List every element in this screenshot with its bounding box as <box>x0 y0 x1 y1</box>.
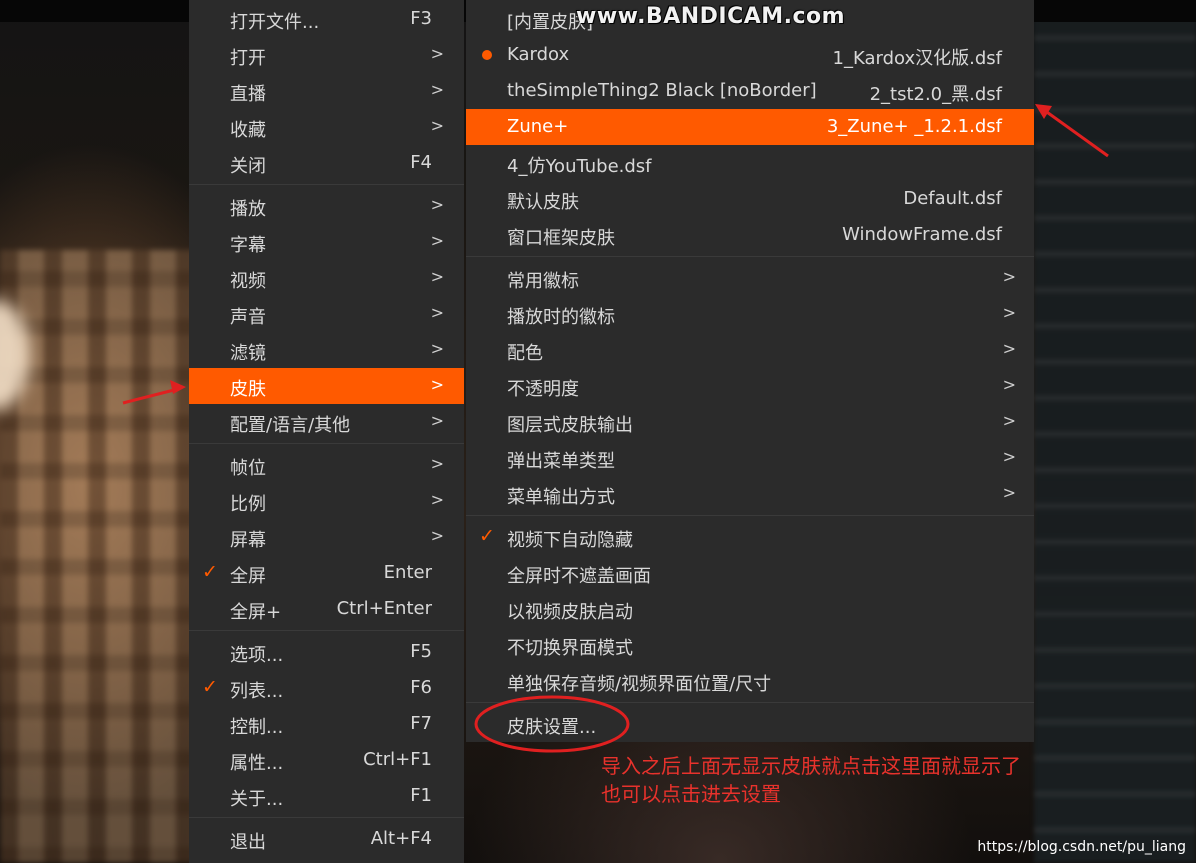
arrow-to-tst-line <box>1043 108 1109 158</box>
annotation-text: 导入之后上面无显示皮肤就点击这里面就显示了 也可以点击进去设置 <box>601 752 1021 808</box>
annotation-line: 也可以点击进去设置 <box>601 782 781 806</box>
source-url: https://blog.csdn.net/pu_liang <box>977 839 1186 855</box>
highlight-ellipse <box>474 695 630 753</box>
annotation-line: 导入之后上面无显示皮肤就点击这里面就显示了 <box>601 754 1021 778</box>
bandicam-watermark: www.BANDICAM.com <box>576 4 846 29</box>
arrow-head-icon <box>1035 104 1052 119</box>
annotation-graphics <box>122 104 1109 753</box>
arrow-to-skin-line <box>122 387 179 405</box>
